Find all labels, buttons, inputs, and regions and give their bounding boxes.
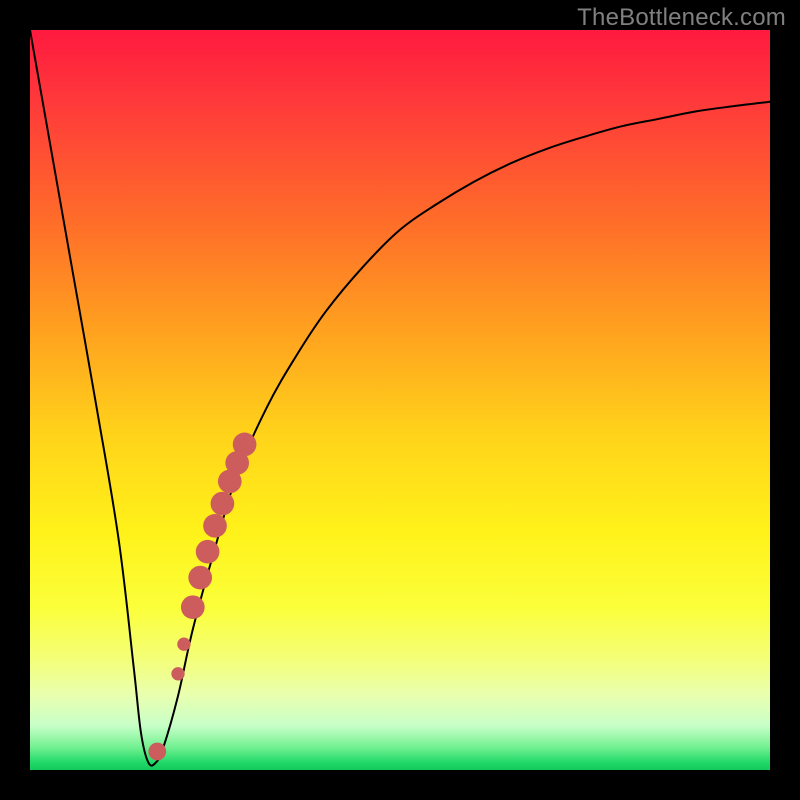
data-marker — [233, 433, 257, 457]
data-marker — [211, 492, 235, 516]
chart-frame: TheBottleneck.com — [0, 0, 800, 800]
bottleneck-curve — [30, 30, 770, 766]
data-marker — [196, 540, 220, 564]
plot-area — [30, 30, 770, 770]
curve-svg — [30, 30, 770, 770]
data-marker — [177, 638, 190, 651]
watermark-text: TheBottleneck.com — [577, 4, 786, 32]
data-marker — [171, 667, 184, 680]
data-marker — [181, 595, 205, 619]
data-marker — [203, 514, 227, 538]
data-marker — [188, 566, 212, 590]
data-marker — [148, 743, 166, 761]
